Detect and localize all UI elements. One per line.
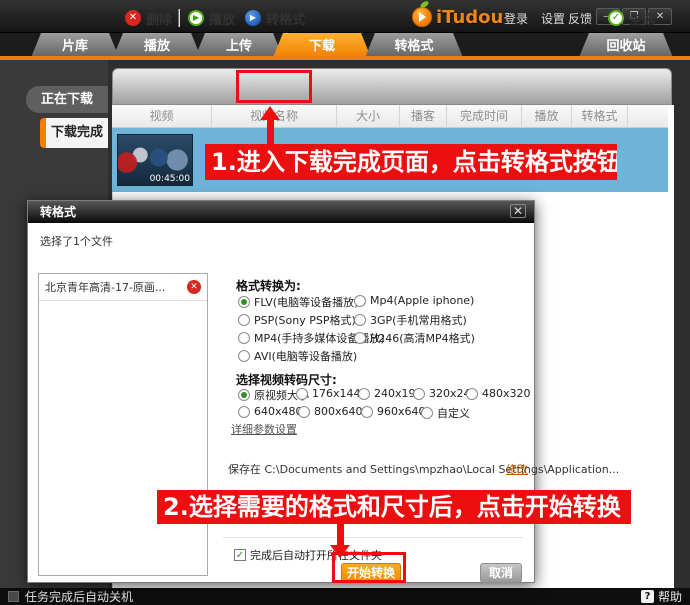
radio-dot (358, 388, 370, 400)
save-path-label: 保存在 (228, 463, 261, 476)
convert-label: 转格式 (266, 9, 305, 28)
radio-mp4-iphone[interactable]: Mp4(Apple iphone) (354, 294, 474, 307)
checkbox-checked-icon: ✓ (234, 549, 246, 561)
play-icon: ▶ (188, 10, 204, 26)
annotation-step1: 1.进入下载完成页面，点击转格式按钮 (205, 144, 617, 180)
format-section-label: 格式转换为: (236, 277, 301, 294)
radio-3gp[interactable]: 3GP(手机常用格式) (354, 312, 467, 328)
file-list-item[interactable]: 北京青年高清-17-原画... ✕ (39, 274, 207, 301)
file-name: 北京青年高清-17-原画... (45, 279, 187, 295)
radio-size-960x640[interactable]: 960x640 (361, 405, 426, 418)
radio-dot (238, 350, 250, 362)
remove-file-icon[interactable]: ✕ (187, 280, 201, 294)
radio-dot (296, 388, 308, 400)
help-link[interactable]: 帮助 (658, 588, 682, 605)
col-size[interactable]: 大小 (337, 105, 400, 128)
detail-settings-link[interactable]: 详细参数设置 (231, 421, 297, 437)
settings-link[interactable]: 设置 (541, 10, 565, 27)
dialog-titlebar: 转格式 (28, 201, 534, 223)
radio-dot (466, 388, 478, 400)
arrow-up-tail (267, 118, 274, 146)
radio-dot (238, 332, 250, 344)
radio-dot (421, 407, 433, 419)
feedback-link[interactable]: 反馈 (568, 10, 592, 27)
sidebar-item-download-complete[interactable]: 下载完成 (40, 118, 108, 148)
radio-size-800x640[interactable]: 800x640 (298, 405, 363, 418)
app-window: iTudou 登录 设置 反馈 — ❐ ✕ 片库 播放 上传 下载 转格式 回收… (0, 0, 690, 605)
play-label: 播放 (209, 9, 235, 28)
highlight-rect-start-button (332, 552, 406, 583)
col-podcaster[interactable]: 播客 (400, 105, 447, 128)
radio-dot (238, 389, 250, 401)
itudou-logo: iTudou (412, 4, 498, 30)
titlebar: iTudou 登录 设置 反馈 — ❐ ✕ (0, 0, 690, 33)
radio-dot (238, 406, 250, 418)
radio-dot (354, 314, 366, 326)
size-section-label: 选择视频转码尺寸: (236, 371, 337, 388)
video-duration: 00:45:00 (150, 174, 190, 184)
radio-size-176x144[interactable]: 176x144 (296, 387, 361, 400)
logo-text: iTudou (436, 7, 503, 28)
arrow-down-tail (337, 524, 344, 546)
col-convert[interactable]: 转格式 (572, 105, 628, 128)
save-path-value: C:\Documents and Settings\mpzhao\Local S… (265, 463, 620, 476)
convert-button[interactable]: ▶ 转格式 (245, 7, 305, 29)
toolbar (112, 68, 672, 105)
radio-size-480x320[interactable]: 480x320 (466, 387, 531, 400)
radio-size-custom[interactable]: 自定义 (421, 405, 470, 421)
radio-flv[interactable]: FLV(电脑等设备播放) (238, 294, 358, 310)
radio-dot (354, 332, 366, 344)
col-play[interactable]: 播放 (522, 105, 572, 128)
col-extra (628, 105, 668, 128)
dialog-close-button[interactable]: ✕ (510, 204, 526, 218)
radio-h246[interactable]: H246(高清MP4格式) (354, 330, 475, 346)
radio-dot (298, 406, 310, 418)
delete-button[interactable]: ✕ 删除 (125, 7, 172, 29)
col-video[interactable]: 视频 (112, 105, 212, 128)
col-finish-time[interactable]: 完成时间 (447, 105, 522, 128)
login-link[interactable]: 登录 (504, 10, 528, 27)
table-header: 视频 视频名称 大小 播客 完成时间 播放 转格式 (112, 105, 668, 128)
radio-size-640x480[interactable]: 640x480 (238, 405, 303, 418)
radio-avi[interactable]: AVI(电脑等设备播放) (238, 348, 357, 364)
cancel-button[interactable]: 取消 (480, 563, 522, 583)
radio-psp[interactable]: PSP(Sony PSP格式) (238, 312, 356, 328)
selected-count-text: 选择了1个文件 (40, 233, 113, 249)
help-icon: ? (641, 590, 654, 603)
radio-dot (238, 314, 250, 326)
modify-path-link[interactable]: 修改 (506, 461, 528, 477)
radio-dot (354, 295, 366, 307)
file-list: 北京青年高清-17-原画... ✕ (38, 273, 208, 576)
play-button[interactable]: ▶ 播放 (188, 7, 235, 29)
sidebar-item-downloading[interactable]: 正在下载 (26, 86, 108, 113)
delete-label: 删除 (146, 9, 172, 28)
highlight-rect-convert-button (236, 70, 312, 103)
convert-icon: ▶ (245, 10, 261, 26)
annotation-step2: 2.选择需要的格式和尺寸后，点击开始转换 (157, 490, 631, 524)
select-all-label: 全选 (629, 9, 655, 28)
status-bar: 任务完成后自动关机 ? 帮助 (0, 588, 690, 605)
delete-icon: ✕ (125, 10, 141, 26)
convert-dialog: 转格式 ✕ 选择了1个文件 北京青年高清-17-原画... ✕ 格式转换为: F… (27, 200, 535, 583)
radio-dot (413, 388, 425, 400)
select-all-button[interactable]: ✓ 全选 (608, 7, 655, 29)
radio-dot (238, 296, 250, 308)
select-all-icon: ✓ (608, 10, 624, 26)
video-thumbnail[interactable]: 00:45:00 (117, 134, 193, 186)
shutdown-checkbox[interactable] (8, 591, 19, 602)
save-path-line: 保存在 C:\Documents and Settings\mpzhao\Loc… (228, 461, 619, 477)
toolbar-separator (178, 9, 179, 27)
radio-dot (361, 406, 373, 418)
shutdown-label: 任务完成后自动关机 (25, 588, 133, 605)
play-triangle-icon (419, 12, 426, 22)
footer-separator (223, 537, 523, 538)
